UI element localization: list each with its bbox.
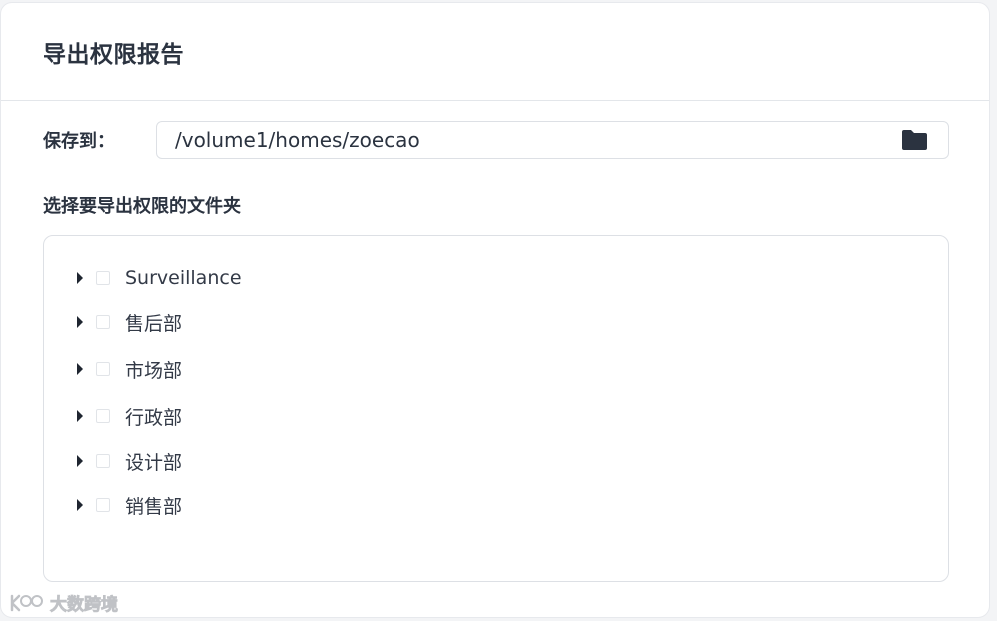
tree-item-checkbox[interactable] — [96, 362, 110, 376]
tree-item-design[interactable]: 设计部 — [74, 447, 182, 475]
watermark-text: 大数跨境 — [50, 595, 119, 616]
save-path-field[interactable]: /volume1/homes/zoecao — [156, 121, 949, 159]
folder-select-label: 选择要导出权限的文件夹 — [43, 196, 241, 217]
folder-tree: Surveillance 售后部 市场部 行政部 设计部 销售部 — [43, 235, 949, 582]
tree-item-checkbox[interactable] — [96, 409, 110, 423]
caret-right-icon[interactable] — [74, 497, 86, 513]
watermark-logo-icon — [10, 594, 43, 611]
tree-item-marketing[interactable]: 市场部 — [74, 355, 182, 383]
save-to-label: 保存到： — [43, 131, 115, 152]
caret-right-icon[interactable] — [74, 408, 86, 424]
export-permission-dialog: 导出权限报告 保存到： /volume1/homes/zoecao 选择要导出权… — [0, 2, 990, 618]
save-path-value[interactable]: /volume1/homes/zoecao — [175, 128, 900, 152]
tree-item-label[interactable]: 市场部 — [125, 356, 182, 383]
caret-right-icon[interactable] — [74, 361, 86, 377]
tree-item-after-sales[interactable]: 售后部 — [74, 308, 182, 336]
tree-item-administration[interactable]: 行政部 — [74, 402, 182, 430]
tree-item-sales[interactable]: 销售部 — [74, 491, 182, 519]
tree-item-label[interactable]: 行政部 — [125, 403, 182, 430]
tree-item-checkbox[interactable] — [96, 498, 110, 512]
folder-icon[interactable] — [900, 128, 928, 152]
save-to-row: 保存到： /volume1/homes/zoecao — [43, 120, 949, 160]
tree-item-label[interactable]: 销售部 — [125, 492, 182, 519]
caret-right-icon[interactable] — [74, 270, 86, 286]
dialog-header: 导出权限报告 — [1, 3, 989, 101]
tree-item-label[interactable]: Surveillance — [125, 267, 242, 289]
tree-item-label[interactable]: 售后部 — [125, 309, 182, 336]
dialog-title: 导出权限报告 — [43, 41, 184, 68]
tree-item-label[interactable]: 设计部 — [125, 448, 182, 475]
tree-item-checkbox[interactable] — [96, 271, 110, 285]
watermark: 大数跨境 — [8, 590, 118, 615]
tree-item-checkbox[interactable] — [96, 315, 110, 329]
caret-right-icon[interactable] — [74, 453, 86, 469]
tree-item-surveillance[interactable]: Surveillance — [74, 264, 242, 292]
tree-item-checkbox[interactable] — [96, 454, 110, 468]
caret-right-icon[interactable] — [74, 314, 86, 330]
